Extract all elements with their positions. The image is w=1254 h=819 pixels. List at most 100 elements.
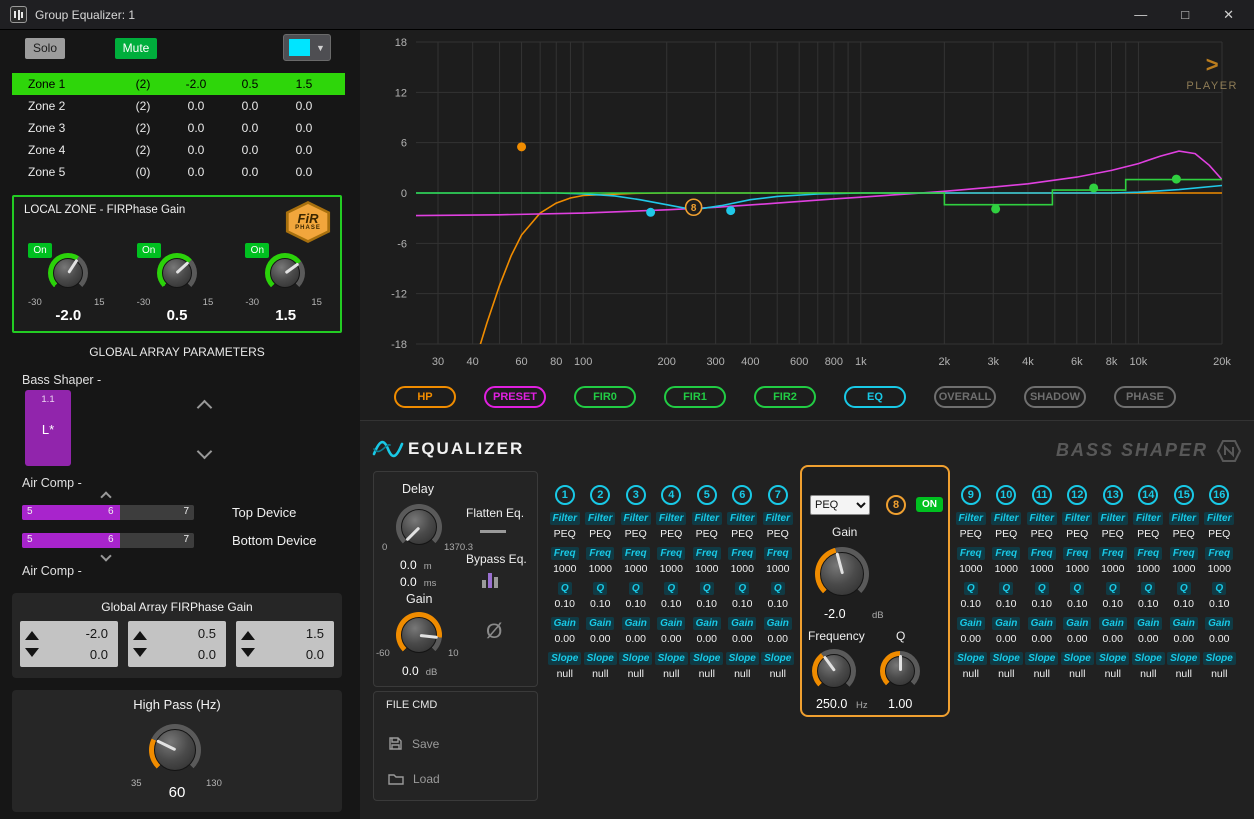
eq-band-12[interactable]: 12FilterPEQFreq1000Q0.10Gain0.00Slopenul… xyxy=(1061,485,1095,687)
band-number[interactable]: 13 xyxy=(1103,485,1123,505)
band-field-label[interactable]: Gain xyxy=(764,617,792,630)
zone-row[interactable]: Zone 4(2)0.00.00.0 xyxy=(12,139,345,161)
band-field-label[interactable]: Filter xyxy=(1062,512,1092,525)
bypass-eq-icon[interactable] xyxy=(482,572,498,588)
zone-row[interactable]: Zone 3(2)0.00.00.0 xyxy=(12,117,345,139)
view-button-hp[interactable]: HP xyxy=(394,386,456,408)
band-field-label[interactable]: Slope xyxy=(548,652,581,665)
curve-handle[interactable] xyxy=(1089,183,1098,192)
band-field-label[interactable]: Gain xyxy=(657,617,685,630)
solo-button[interactable]: Solo xyxy=(25,38,65,59)
band-field-label[interactable]: Gain xyxy=(693,617,721,630)
chevron-down-icon[interactable] xyxy=(197,444,213,460)
band-field-label[interactable]: Filter xyxy=(1169,512,1199,525)
delay-knob[interactable] xyxy=(396,504,442,550)
band-field-label[interactable]: Filter xyxy=(692,512,722,525)
band-field-label[interactable]: Slope xyxy=(726,652,759,665)
band-field-label[interactable]: Freq xyxy=(693,547,721,560)
band-field-label[interactable]: Gain xyxy=(1205,617,1233,630)
band-field-label[interactable]: Slope xyxy=(761,652,794,665)
gain-knob[interactable] xyxy=(396,612,442,658)
band-field-label[interactable]: Q xyxy=(771,582,785,595)
local-gain-knob-3[interactable] xyxy=(265,253,305,293)
eq-band-2[interactable]: 2FilterPEQFreq1000Q0.10Gain0.00Slopenull xyxy=(584,485,618,687)
band-field-label[interactable]: Q xyxy=(1070,582,1084,595)
band-field-label[interactable]: Gain xyxy=(586,617,614,630)
band-field-label[interactable]: Gain xyxy=(1063,617,1091,630)
band-field-label[interactable]: Q xyxy=(735,582,749,595)
band-field-label[interactable]: Freq xyxy=(1099,547,1127,560)
bass-shaper-selector[interactable]: 1.1 L* xyxy=(25,390,71,466)
eq-band-15[interactable]: 15FilterPEQFreq1000Q0.10Gain0.00Slopenul… xyxy=(1167,485,1201,687)
view-button-fir1[interactable]: FIR1 xyxy=(664,386,726,408)
eq-band-6[interactable]: 6FilterPEQFreq1000Q0.10Gain0.00Slopenull xyxy=(726,485,760,687)
band-field-label[interactable]: Filter xyxy=(1027,512,1057,525)
zone-color-picker[interactable]: ▼ xyxy=(283,34,331,61)
curve-handle[interactable] xyxy=(646,208,655,217)
band-field-label[interactable]: Freq xyxy=(551,547,579,560)
on-toggle[interactable]: On xyxy=(28,243,52,258)
band-number[interactable]: 16 xyxy=(1209,485,1229,505)
local-gain-knob-2[interactable] xyxy=(157,253,197,293)
phase-invert-icon[interactable]: Ø xyxy=(486,620,502,644)
band-field-label[interactable]: Freq xyxy=(586,547,614,560)
zone-row[interactable]: Zone 1(2)-2.00.51.5 xyxy=(12,73,345,95)
band-field-label[interactable]: Freq xyxy=(1205,547,1233,560)
band8-frequency-knob[interactable] xyxy=(812,649,856,693)
band-field-label[interactable]: Freq xyxy=(1134,547,1162,560)
band-number[interactable]: 5 xyxy=(697,485,717,505)
eq-band-10[interactable]: 10FilterPEQFreq1000Q0.10Gain0.00Slopenul… xyxy=(990,485,1024,687)
band-field-label[interactable]: Filter xyxy=(1133,512,1163,525)
band-field-label[interactable]: Q xyxy=(558,582,572,595)
spinner-up-icon[interactable] xyxy=(25,631,39,640)
band-field-label[interactable]: Freq xyxy=(1063,547,1091,560)
eq-band-4[interactable]: 4FilterPEQFreq1000Q0.10Gain0.00Slopenull xyxy=(655,485,689,687)
eq-band-5[interactable]: 5FilterPEQFreq1000Q0.10Gain0.00Slopenull xyxy=(690,485,724,687)
band-field-label[interactable]: Freq xyxy=(657,547,685,560)
band-field-label[interactable]: Gain xyxy=(1170,617,1198,630)
band-field-label[interactable]: Freq xyxy=(992,547,1020,560)
eq-band-16[interactable]: 16FilterPEQFreq1000Q0.10Gain0.00Slopenul… xyxy=(1203,485,1237,687)
on-toggle[interactable]: On xyxy=(245,243,269,258)
mute-button[interactable]: Mute xyxy=(115,38,157,59)
band-field-label[interactable]: Q xyxy=(629,582,643,595)
band-field-label[interactable]: Filter xyxy=(656,512,686,525)
band-field-label[interactable]: Q xyxy=(664,582,678,595)
band-field-label[interactable]: Slope xyxy=(1132,652,1165,665)
band-field-label[interactable]: Q xyxy=(1035,582,1049,595)
band8-on-toggle[interactable]: ON xyxy=(916,497,943,512)
local-gain-knob-1[interactable] xyxy=(48,253,88,293)
curve-handle[interactable] xyxy=(1172,175,1181,184)
band-field-label[interactable]: Slope xyxy=(954,652,987,665)
band-number[interactable]: 6 xyxy=(732,485,752,505)
band-field-label[interactable]: Gain xyxy=(1134,617,1162,630)
band-field-label[interactable]: Slope xyxy=(1061,652,1094,665)
air-comp-slider-bottom[interactable]: 5 6 7 xyxy=(22,533,194,548)
spinner-down-icon[interactable] xyxy=(241,648,255,657)
eq-response-graph[interactable]: 181260-6-12-1830406080100200300400600800… xyxy=(360,30,1254,378)
eq-band-11[interactable]: 11FilterPEQFreq1000Q0.10Gain0.00Slopenul… xyxy=(1025,485,1059,687)
eq-band-3[interactable]: 3FilterPEQFreq1000Q0.10Gain0.00Slopenull xyxy=(619,485,653,687)
flatten-eq-icon[interactable] xyxy=(480,530,506,533)
spinner-down-icon[interactable] xyxy=(133,648,147,657)
band-field-label[interactable]: Filter xyxy=(763,512,793,525)
fir-gain-spinner-3[interactable]: 1.50.0 xyxy=(236,621,334,667)
band-field-label[interactable]: Slope xyxy=(690,652,723,665)
band-field-label[interactable]: Gain xyxy=(1028,617,1056,630)
view-button-preset[interactable]: PRESET xyxy=(484,386,546,408)
band-field-label[interactable]: Q xyxy=(1212,582,1226,595)
band8-type-select[interactable]: PEQ xyxy=(810,495,870,515)
view-button-phase[interactable]: PHASE xyxy=(1114,386,1176,408)
eq-band-13[interactable]: 13FilterPEQFreq1000Q0.10Gain0.00Slopenul… xyxy=(1096,485,1130,687)
chevron-up-icon[interactable] xyxy=(197,400,213,416)
band-field-label[interactable]: Q xyxy=(1141,582,1155,595)
band-field-label[interactable]: Freq xyxy=(622,547,650,560)
high-pass-knob[interactable] xyxy=(149,724,201,776)
band-number[interactable]: 7 xyxy=(768,485,788,505)
band-field-label[interactable]: Gain xyxy=(551,617,579,630)
band-number[interactable]: 2 xyxy=(590,485,610,505)
eq-band-1[interactable]: 1FilterPEQFreq1000Q0.10Gain0.00Slopenull xyxy=(548,485,582,687)
band-number[interactable]: 15 xyxy=(1174,485,1194,505)
band-field-label[interactable]: Gain xyxy=(1099,617,1127,630)
band-number[interactable]: 11 xyxy=(1032,485,1052,505)
